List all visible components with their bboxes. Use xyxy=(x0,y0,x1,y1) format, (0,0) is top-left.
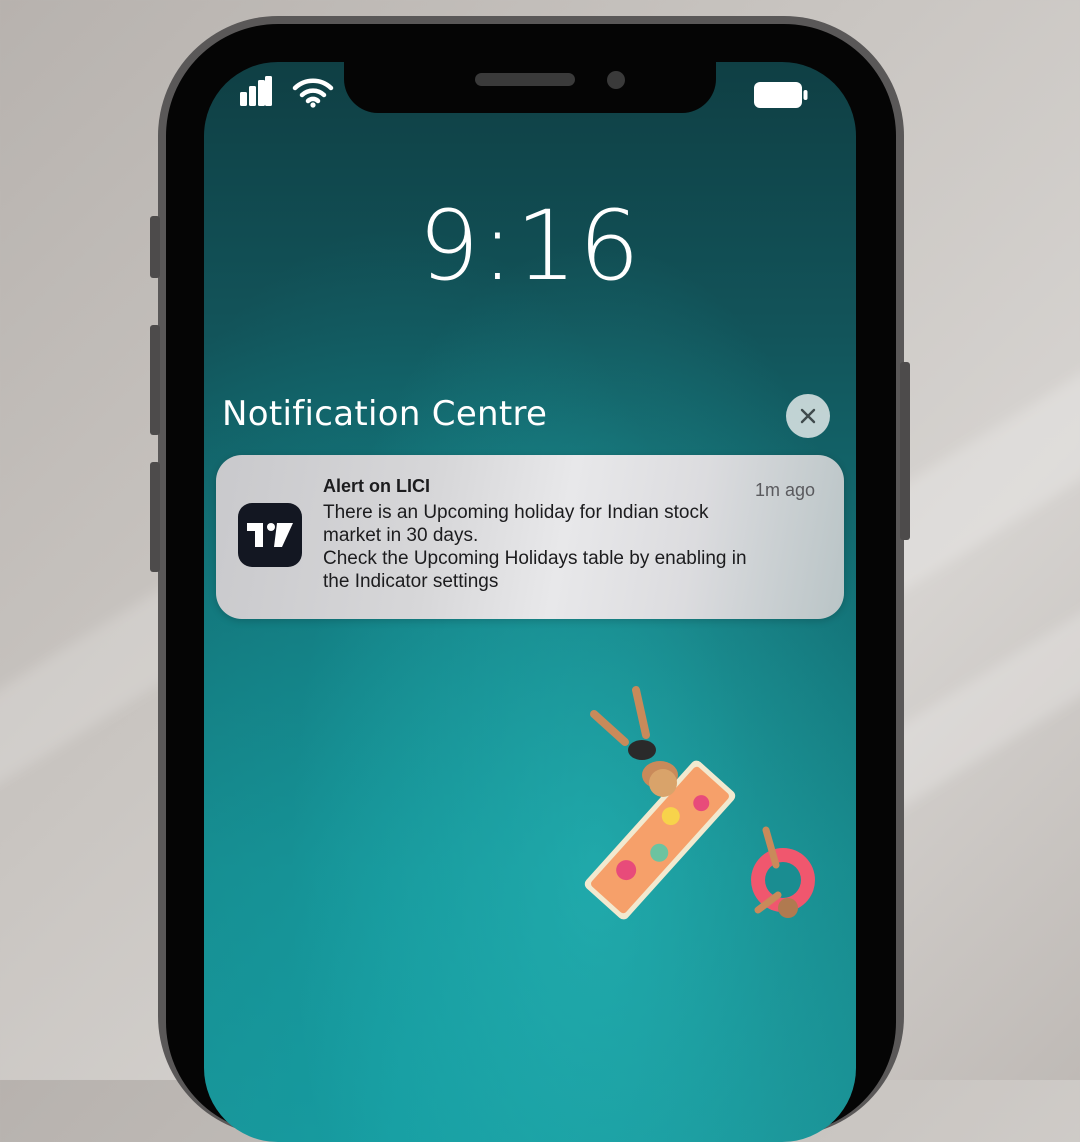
volume-up-button xyxy=(150,325,160,435)
front-camera xyxy=(607,71,625,89)
notification-body-line: There is an Upcoming holiday for Indian … xyxy=(323,502,709,523)
notification-centre-title: Notification Centre xyxy=(222,394,548,434)
notification-title: Alert on LICI xyxy=(323,476,430,496)
cellular-signal-bar xyxy=(265,76,272,106)
notification-body-line: Check the Upcoming Holidays table by ena… xyxy=(323,548,747,569)
mute-switch xyxy=(150,216,160,278)
wallpaper-swimmers-image xyxy=(584,686,815,920)
tradingview-app-icon xyxy=(238,503,302,567)
earpiece-speaker xyxy=(475,73,575,86)
lock-screen-clock: 9:16 xyxy=(418,190,642,302)
power-button xyxy=(900,362,910,540)
notification-body-line: market in 30 days. xyxy=(323,525,479,546)
clear-notifications-button[interactable] xyxy=(786,394,830,438)
close-icon xyxy=(800,408,816,424)
notification-timestamp: 1m ago xyxy=(754,480,815,500)
wifi-icon xyxy=(292,78,334,108)
volume-down-button xyxy=(150,462,160,572)
notification-body-line: the Indicator settings xyxy=(323,571,499,592)
tradingview-logo-icon xyxy=(247,523,293,547)
notification-body: There is an Upcoming holiday for Indian … xyxy=(323,501,823,593)
battery-icon xyxy=(754,82,808,108)
